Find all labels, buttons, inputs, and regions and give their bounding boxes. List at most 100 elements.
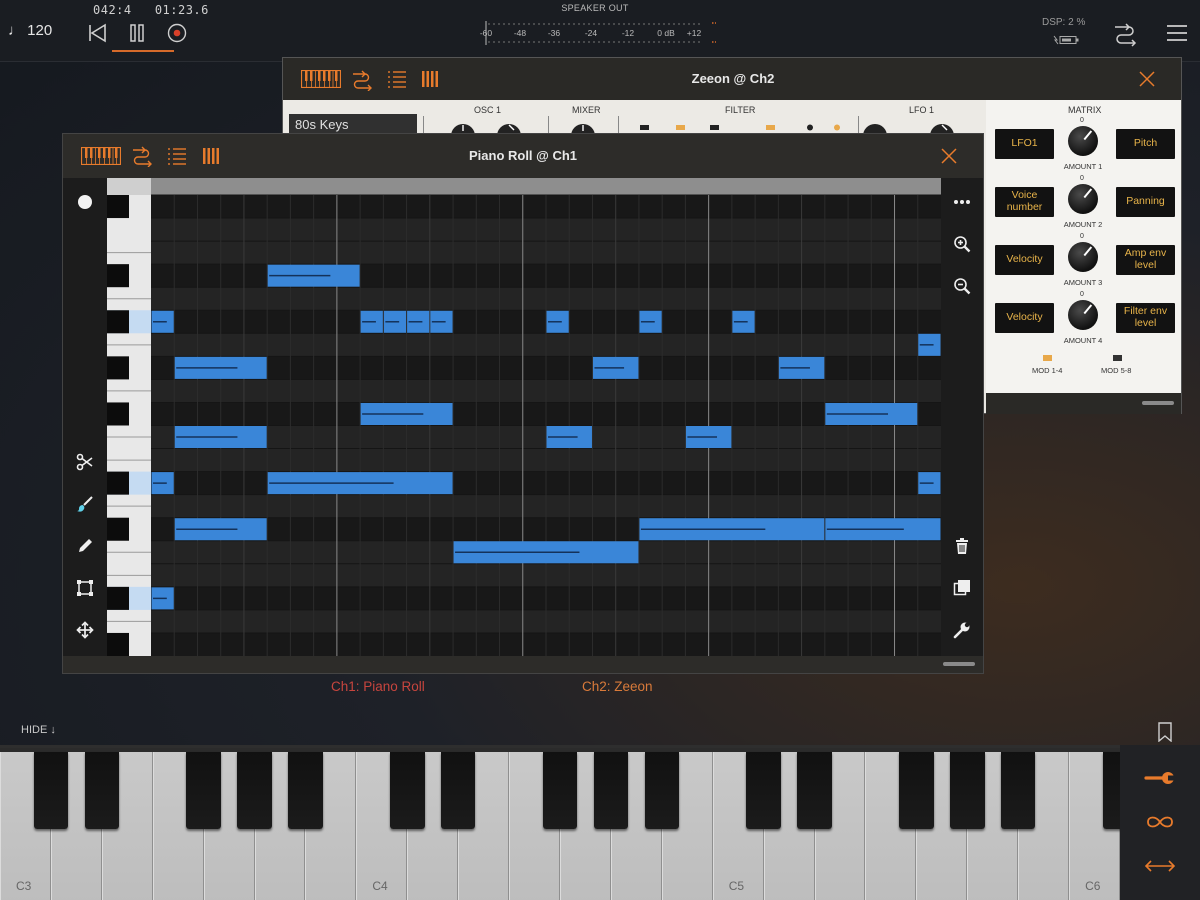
piano-roll-title-bar[interactable]: Piano Roll @ Ch1 bbox=[63, 134, 983, 178]
black-key[interactable] bbox=[107, 356, 129, 380]
pause-button[interactable] bbox=[122, 18, 152, 48]
list-icon[interactable] bbox=[387, 70, 407, 88]
record-button[interactable] bbox=[162, 18, 192, 48]
time-position: 01:23.6 bbox=[154, 3, 209, 17]
matrix-source-button[interactable]: Velocity bbox=[995, 303, 1054, 333]
tempo-display[interactable]: ♩ 120 bbox=[8, 22, 52, 39]
channel-2-label[interactable]: Ch2: Zeeon bbox=[582, 679, 653, 694]
black-key[interactable] bbox=[1000, 752, 1036, 829]
routing-icon[interactable] bbox=[351, 69, 373, 91]
channel-1-label[interactable]: Ch1: Piano Roll bbox=[331, 679, 425, 694]
black-key[interactable] bbox=[84, 752, 120, 829]
black-key[interactable] bbox=[107, 586, 129, 610]
matrix-source-button[interactable]: Voice number bbox=[995, 187, 1054, 217]
black-key[interactable] bbox=[107, 632, 129, 656]
piano-roll-window: Piano Roll @ Ch1 bbox=[62, 133, 984, 674]
black-key[interactable] bbox=[797, 752, 832, 829]
infinity-icon bbox=[1147, 816, 1173, 828]
amount-knob[interactable] bbox=[1068, 184, 1098, 214]
amount-knob[interactable] bbox=[1068, 242, 1098, 272]
piano-roll-bottom-bar bbox=[63, 656, 983, 673]
meter-tick: -12 bbox=[621, 28, 635, 38]
on-screen-keyboard[interactable]: C3 C4 C5 C6 bbox=[0, 745, 1138, 900]
close-icon[interactable] bbox=[939, 146, 959, 166]
note-grid-canvas[interactable] bbox=[151, 178, 941, 656]
meter-tick: 0 dB bbox=[657, 28, 675, 38]
black-key[interactable] bbox=[542, 752, 578, 829]
note-grid[interactable] bbox=[151, 178, 941, 656]
select-box-tool[interactable] bbox=[73, 576, 97, 600]
black-key[interactable] bbox=[107, 471, 129, 495]
black-key[interactable] bbox=[288, 752, 323, 829]
routing-icon bbox=[1115, 23, 1137, 47]
black-key[interactable] bbox=[107, 264, 129, 288]
resize-handle[interactable] bbox=[1142, 401, 1174, 405]
resize-handle[interactable] bbox=[943, 662, 975, 666]
record-dot-button[interactable] bbox=[73, 190, 97, 214]
more-button[interactable] bbox=[950, 190, 974, 214]
black-key[interactable] bbox=[644, 752, 680, 829]
bookmark-icon[interactable] bbox=[1157, 722, 1173, 742]
octave-label: C5 bbox=[728, 879, 745, 893]
octave-label: C6 bbox=[1085, 879, 1101, 893]
bars-icon[interactable] bbox=[421, 70, 439, 88]
close-icon[interactable] bbox=[1137, 69, 1157, 89]
black-key[interactable] bbox=[949, 752, 985, 829]
duplicate-button[interactable] bbox=[950, 576, 974, 600]
move-tool[interactable] bbox=[73, 618, 97, 642]
bars-icon[interactable] bbox=[202, 147, 220, 165]
settings-button[interactable] bbox=[950, 618, 974, 642]
matrix-source-button[interactable]: Velocity bbox=[995, 245, 1054, 275]
matrix-source-button[interactable]: LFO1 bbox=[995, 129, 1054, 159]
timeline-ruler[interactable] bbox=[151, 178, 941, 195]
amount-label: AMOUNT 1 bbox=[1063, 162, 1103, 171]
rewind-button[interactable] bbox=[82, 18, 112, 48]
black-key[interactable] bbox=[107, 195, 129, 219]
piano-roll-keys[interactable] bbox=[107, 178, 151, 656]
list-icon[interactable] bbox=[167, 147, 187, 165]
pencil-tool[interactable] bbox=[73, 534, 97, 558]
scissors-tool[interactable] bbox=[73, 450, 97, 474]
piano-roll-keyboard[interactable] bbox=[107, 178, 151, 656]
black-key[interactable] bbox=[746, 752, 781, 829]
mod-page-led[interactable] bbox=[1113, 355, 1122, 361]
black-key[interactable] bbox=[107, 402, 129, 426]
black-key[interactable] bbox=[107, 310, 129, 334]
black-key[interactable] bbox=[389, 752, 425, 829]
brush-tool[interactable] bbox=[73, 492, 97, 516]
routing-icon[interactable] bbox=[131, 145, 153, 167]
black-key[interactable] bbox=[107, 517, 129, 541]
dsp-load: DSP: 2 % bbox=[1042, 17, 1086, 28]
meter-tick: -48 bbox=[513, 28, 527, 38]
black-key[interactable] bbox=[440, 752, 476, 829]
black-key[interactable] bbox=[899, 752, 934, 829]
amount-knob[interactable] bbox=[1068, 300, 1098, 330]
black-key[interactable] bbox=[593, 752, 629, 829]
piano-keys-icon[interactable] bbox=[301, 70, 341, 88]
keyboard-settings-button[interactable] bbox=[1142, 765, 1178, 791]
hide-keyboard-button[interactable]: HIDE ↓ bbox=[21, 724, 56, 736]
black-key[interactable] bbox=[186, 752, 221, 829]
piano-keys-icon[interactable] bbox=[81, 147, 121, 165]
black-key[interactable] bbox=[237, 752, 272, 829]
matrix-target-button[interactable]: Pitch bbox=[1116, 129, 1175, 159]
horizontal-arrows-icon bbox=[1144, 860, 1176, 872]
amount-knob[interactable] bbox=[1068, 126, 1098, 156]
routing-button[interactable] bbox=[1110, 19, 1140, 49]
zeeon-title-bar[interactable]: Zeeon @ Ch2 bbox=[283, 58, 1181, 100]
meter-tick: +12 bbox=[686, 28, 702, 38]
more-icon bbox=[954, 200, 970, 204]
latch-button[interactable] bbox=[1142, 809, 1178, 835]
zoom-out-button[interactable] bbox=[950, 274, 974, 298]
main-menu-button[interactable] bbox=[1162, 18, 1192, 48]
delete-button[interactable] bbox=[950, 534, 974, 558]
scroll-keyboard-button[interactable] bbox=[1142, 853, 1178, 879]
black-key[interactable] bbox=[33, 752, 69, 829]
zoom-in-button[interactable] bbox=[950, 232, 974, 256]
mod-page-label: MOD 5-8 bbox=[1101, 366, 1132, 375]
matrix-target-button[interactable]: Filter env level bbox=[1116, 303, 1175, 333]
matrix-target-button[interactable]: Amp env level bbox=[1116, 245, 1175, 275]
mod-page-led-active[interactable] bbox=[1043, 355, 1052, 361]
matrix-target-button[interactable]: Panning bbox=[1116, 187, 1175, 217]
keys-ruler-corner bbox=[107, 178, 151, 195]
